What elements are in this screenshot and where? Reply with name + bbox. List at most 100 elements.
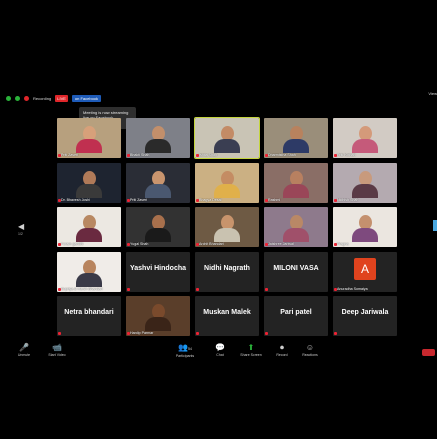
participant-name-label: Priti Kothari <box>337 153 356 157</box>
participant-name-label: Priti Zaveri <box>61 153 79 157</box>
participant-display-name: Pari patel <box>280 309 312 316</box>
participant-tile-dharmistha-shah[interactable]: Dharmistha Shah <box>264 118 328 158</box>
participant-tile-bhakti-shah[interactable]: Bhakti Shah <box>126 118 190 158</box>
record-button[interactable]: ⏺ Record <box>272 343 292 357</box>
participant-tile-yashvi-hindocha[interactable]: Yashvi Hindocha <box>126 251 190 292</box>
participant-video <box>145 170 171 198</box>
participant-tile-jaishree-jariwal[interactable]: Jaishree Jariwal <box>264 207 328 247</box>
participants-label: Participants <box>175 354 195 358</box>
participant-tile-muskan-malek[interactable]: Muskan Malek <box>195 296 259 336</box>
participant-tile-rashmi[interactable]: Rashmi <box>264 162 328 203</box>
reactions-button[interactable]: ☺ Reactions <box>298 343 322 357</box>
participant-display-name: Deep Jariwala <box>341 309 389 316</box>
participant-tile-ishita-shah[interactable]: Ishita Shah <box>194 117 260 159</box>
participant-tile-bhagya-desai[interactable]: Bhagya Desai <box>195 162 259 203</box>
participant-video <box>145 126 171 153</box>
participant-tile-pragna[interactable]: Pragna <box>333 207 397 247</box>
share-screen-button[interactable]: ⬆ Share Screen <box>236 343 266 357</box>
participant-tile-yugal-shah[interactable]: Yugal Shah <box>126 207 190 247</box>
muted-microphone-icon <box>196 287 199 291</box>
participant-name-label: Anuradha Somaiya <box>337 286 368 291</box>
participant-name-label: Dr. Bhavesh Joshi <box>61 197 90 202</box>
muted-microphone-icon <box>58 332 61 335</box>
meeting-topbar: Recording LIVE on Facebook View <box>6 91 437 105</box>
facebook-stream-button[interactable]: on Facebook <box>71 94 102 102</box>
participant-tile-pari-patel[interactable]: Pari patel <box>264 296 328 336</box>
participant-tile-hardip-parmar[interactable]: Hardip Parmar <box>126 296 190 336</box>
participant-display-name: Netra bhandari <box>64 309 114 316</box>
participant-name-label: Bhagya Desai <box>199 197 222 202</box>
muted-microphone-icon <box>196 332 199 335</box>
next-page-button[interactable] <box>433 220 437 231</box>
participant-name-label: Rashmi <box>268 197 281 202</box>
record-label: Record <box>276 353 288 357</box>
participant-name-label: Hardip Parmar <box>130 331 154 335</box>
participant-name-label: Nidhish Shah <box>337 197 359 202</box>
page-indicator: 1/2 <box>18 232 23 236</box>
muted-microphone-icon <box>265 332 268 335</box>
participant-name-label: Dharmistha Shah <box>268 153 296 157</box>
participant-video <box>76 170 102 198</box>
chat-icon: 💬 <box>215 343 225 352</box>
participant-name-label: Supriya & Harsh Bhandari <box>61 286 103 291</box>
connection-icon[interactable] <box>15 95 20 101</box>
participant-tile-miloni-vasa[interactable]: MILONI VASA <box>264 251 328 292</box>
participant-name-label: Ishita Shah <box>199 153 217 157</box>
muted-microphone-icon <box>127 287 130 291</box>
view-button[interactable]: View <box>428 91 437 96</box>
participant-tile-deep-jariwala[interactable]: Deep Jariwala <box>333 296 397 336</box>
participant-tile-dr-bhavesh-joshi[interactable]: Dr. Bhavesh Joshi <box>57 162 121 203</box>
participant-tile-priti-zaveri[interactable]: Priti Zaveri <box>126 162 190 203</box>
participant-video <box>283 170 309 198</box>
participant-name-label: Bhakti Shah <box>130 153 150 157</box>
chat-button[interactable]: 💬 Chat <box>212 343 228 357</box>
meeting-toolbar: 🎤 Unmute 📹 Start Video 👥54 Participants … <box>0 343 437 363</box>
participant-name-label: Yugal Shah <box>130 242 149 246</box>
participant-display-name: MILONI VASA <box>273 264 319 272</box>
participant-tile-supriya-harsh-bhandari[interactable]: Supriya & Harsh Bhandari <box>57 251 121 292</box>
participant-count: 54 <box>188 347 192 351</box>
participants-button[interactable]: 👥54 Participants <box>170 343 200 358</box>
participant-tile-foram-gandhi[interactable]: Foram gandhi <box>57 207 121 247</box>
participant-video <box>352 170 378 198</box>
participant-tile-nidhish-shah[interactable]: Nidhish Shah <box>333 162 397 203</box>
participant-video <box>76 259 102 287</box>
participant-video <box>214 215 240 242</box>
participant-tile-netra-bhandari[interactable]: Netra bhandari <box>57 296 121 336</box>
participant-tile-nidhi-nagrath[interactable]: Nidhi Nagrath <box>195 251 259 292</box>
participants-icon: 👥54 <box>178 343 192 352</box>
participant-name-label: Jaishree Jariwal <box>268 242 294 246</box>
reactions-icon: ☺ <box>305 343 315 352</box>
participant-video <box>76 215 102 242</box>
participant-display-name: Nidhi Nagrath <box>204 264 250 272</box>
previous-page-button[interactable]: ◀ 1/2 <box>18 222 24 236</box>
muted-microphone-icon <box>265 287 268 291</box>
participant-video <box>76 126 102 153</box>
participant-tile-priti-kothari[interactable]: Priti Kothari <box>333 118 397 158</box>
participant-video <box>352 126 378 153</box>
participant-video <box>214 126 240 153</box>
participant-video <box>283 215 309 242</box>
participant-display-name: Muskan Malek <box>203 309 251 316</box>
share-screen-label: Share Screen <box>240 353 262 357</box>
participant-tile-archit-bhandari[interactable]: Archit Bhandari <box>195 207 259 247</box>
participant-name-label: Priti Zaveri <box>130 197 148 202</box>
muted-microphone-icon <box>334 332 337 335</box>
participant-tile-anuradha-somaiya[interactable]: A Anuradha Somaiya <box>333 251 397 292</box>
share-screen-icon: ⬆ <box>247 343 255 352</box>
participant-video <box>214 170 240 198</box>
end-meeting-button[interactable] <box>422 349 435 356</box>
participant-name-label: Pragna <box>337 242 349 246</box>
unmute-button[interactable]: 🎤 Unmute <box>14 343 34 357</box>
security-icon[interactable] <box>6 95 11 101</box>
participant-tile-priti-zaveri[interactable]: Priti Zaveri <box>57 118 121 158</box>
recording-label: Recording <box>33 95 52 101</box>
participant-display-name: Yashvi Hindocha <box>129 264 187 272</box>
microphone-muted-icon: 🎤 <box>19 343 29 352</box>
participant-video <box>283 126 309 153</box>
participant-video <box>352 215 378 242</box>
start-video-button[interactable]: 📹 Start Video <box>44 343 70 357</box>
record-icon: ⏺ <box>280 343 284 352</box>
reactions-label: Reactions <box>302 353 318 357</box>
live-badge: LIVE <box>55 94 68 102</box>
